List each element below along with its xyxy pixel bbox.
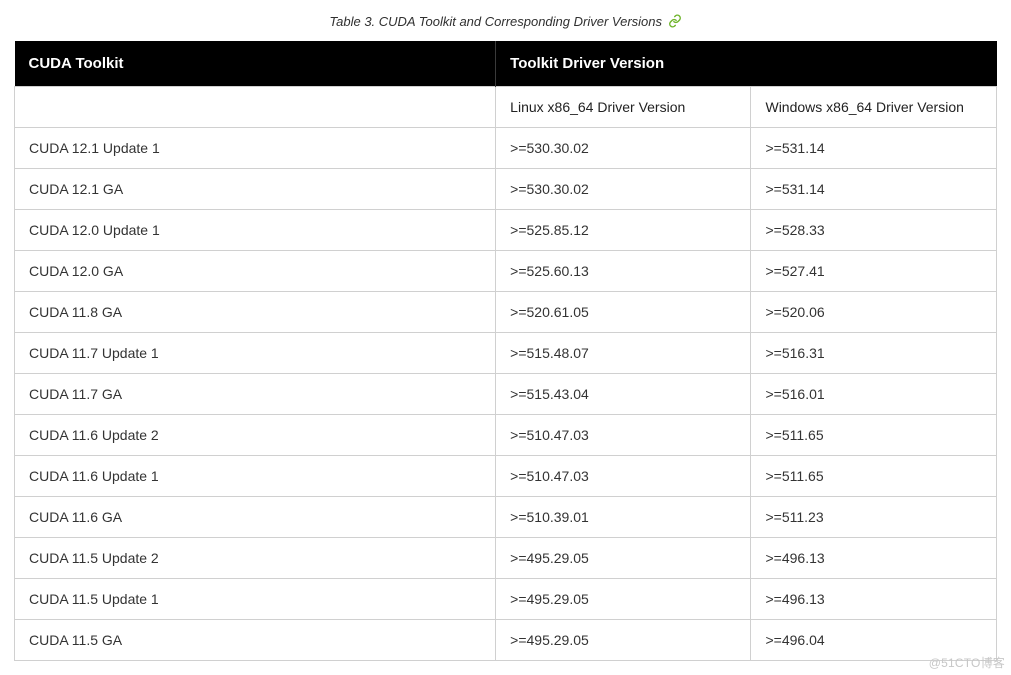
cell-linux-driver: >=530.30.02 xyxy=(496,128,751,169)
cell-toolkit: CUDA 11.7 GA xyxy=(15,374,496,415)
table-row: CUDA 11.5 Update 2>=495.29.05>=496.13 xyxy=(15,538,997,579)
cell-windows-driver: >=511.23 xyxy=(751,497,997,538)
cell-linux-driver: >=520.61.05 xyxy=(496,292,751,333)
table-row: CUDA 11.6 GA>=510.39.01>=511.23 xyxy=(15,497,997,538)
cell-windows-driver: >=511.65 xyxy=(751,415,997,456)
cell-windows-driver: >=531.14 xyxy=(751,128,997,169)
cell-windows-driver: >=496.04 xyxy=(751,620,997,661)
header-cuda-toolkit: CUDA Toolkit xyxy=(15,41,496,87)
cell-toolkit: CUDA 12.0 Update 1 xyxy=(15,210,496,251)
cell-windows-driver: >=511.65 xyxy=(751,456,997,497)
cell-toolkit: CUDA 11.7 Update 1 xyxy=(15,333,496,374)
cell-toolkit: CUDA 11.6 Update 1 xyxy=(15,456,496,497)
cell-linux-driver: >=510.47.03 xyxy=(496,456,751,497)
cell-linux-driver: >=495.29.05 xyxy=(496,538,751,579)
cell-windows-driver: >=531.14 xyxy=(751,169,997,210)
cell-linux-driver: >=495.29.05 xyxy=(496,620,751,661)
cell-linux-driver: >=510.39.01 xyxy=(496,497,751,538)
table-row: CUDA 11.6 Update 1>=510.47.03>=511.65 xyxy=(15,456,997,497)
subheader-linux: Linux x86_64 Driver Version xyxy=(496,87,751,128)
cell-windows-driver: >=527.41 xyxy=(751,251,997,292)
table-caption-text: Table 3. CUDA Toolkit and Corresponding … xyxy=(329,14,662,29)
cell-windows-driver: >=516.31 xyxy=(751,333,997,374)
cell-windows-driver: >=520.06 xyxy=(751,292,997,333)
cell-linux-driver: >=515.48.07 xyxy=(496,333,751,374)
table-row: CUDA 12.0 GA>=525.60.13>=527.41 xyxy=(15,251,997,292)
cell-toolkit: CUDA 12.0 GA xyxy=(15,251,496,292)
cell-toolkit: CUDA 11.5 Update 1 xyxy=(15,579,496,620)
cell-linux-driver: >=495.29.05 xyxy=(496,579,751,620)
cell-toolkit: CUDA 11.8 GA xyxy=(15,292,496,333)
cell-linux-driver: >=525.60.13 xyxy=(496,251,751,292)
table-subheader-row: Linux x86_64 Driver Version Windows x86_… xyxy=(15,87,997,128)
cell-linux-driver: >=515.43.04 xyxy=(496,374,751,415)
cell-toolkit: CUDA 11.6 GA xyxy=(15,497,496,538)
cell-linux-driver: >=525.85.12 xyxy=(496,210,751,251)
table-header-row: CUDA Toolkit Toolkit Driver Version xyxy=(15,41,997,87)
table-row: CUDA 12.1 Update 1>=530.30.02>=531.14 xyxy=(15,128,997,169)
cuda-driver-table: CUDA Toolkit Toolkit Driver Version Linu… xyxy=(14,41,997,661)
subheader-blank xyxy=(15,87,496,128)
link-icon[interactable] xyxy=(668,14,682,31)
subheader-windows: Windows x86_64 Driver Version xyxy=(751,87,997,128)
cell-toolkit: CUDA 11.5 GA xyxy=(15,620,496,661)
cell-linux-driver: >=530.30.02 xyxy=(496,169,751,210)
header-driver-version: Toolkit Driver Version xyxy=(496,41,997,87)
table-row: CUDA 11.8 GA>=520.61.05>=520.06 xyxy=(15,292,997,333)
table-body: Linux x86_64 Driver Version Windows x86_… xyxy=(15,87,997,661)
cell-toolkit: CUDA 12.1 Update 1 xyxy=(15,128,496,169)
table-row: CUDA 11.7 GA>=515.43.04>=516.01 xyxy=(15,374,997,415)
table-row: CUDA 12.1 GA>=530.30.02>=531.14 xyxy=(15,169,997,210)
table-caption: Table 3. CUDA Toolkit and Corresponding … xyxy=(14,14,997,31)
cell-windows-driver: >=496.13 xyxy=(751,538,997,579)
table-row: CUDA 11.7 Update 1>=515.48.07>=516.31 xyxy=(15,333,997,374)
cell-toolkit: CUDA 11.5 Update 2 xyxy=(15,538,496,579)
cell-toolkit: CUDA 12.1 GA xyxy=(15,169,496,210)
table-row: CUDA 11.5 Update 1>=495.29.05>=496.13 xyxy=(15,579,997,620)
table-row: CUDA 12.0 Update 1>=525.85.12>=528.33 xyxy=(15,210,997,251)
cell-windows-driver: >=496.13 xyxy=(751,579,997,620)
cell-linux-driver: >=510.47.03 xyxy=(496,415,751,456)
table-row: CUDA 11.5 GA>=495.29.05>=496.04 xyxy=(15,620,997,661)
cell-windows-driver: >=516.01 xyxy=(751,374,997,415)
table-row: CUDA 11.6 Update 2>=510.47.03>=511.65 xyxy=(15,415,997,456)
cell-toolkit: CUDA 11.6 Update 2 xyxy=(15,415,496,456)
cell-windows-driver: >=528.33 xyxy=(751,210,997,251)
